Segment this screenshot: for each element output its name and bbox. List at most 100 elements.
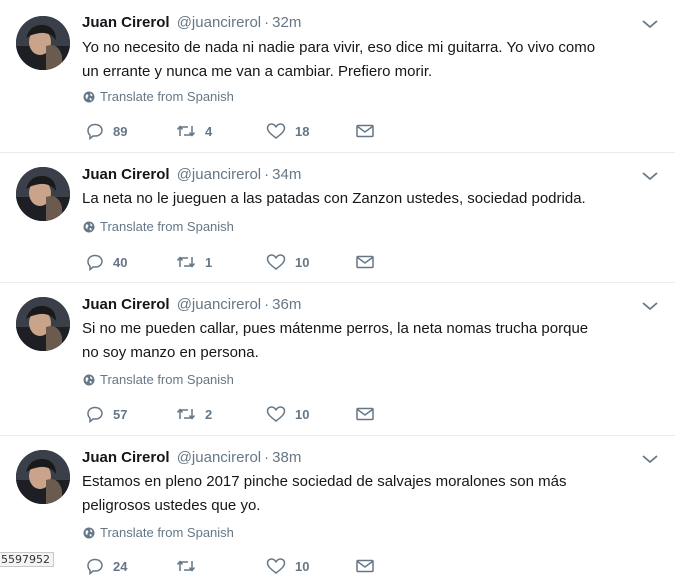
timestamp[interactable]: 38m (272, 449, 301, 466)
reply-count: 40 (113, 254, 128, 270)
tweet-text: Estamos en pleno 2017 pinche sociedad de… (82, 470, 642, 518)
heart-icon (266, 558, 286, 574)
like-button[interactable]: 10 (266, 557, 356, 575)
tweet-text-line: La neta no le jueguen a las patadas con … (82, 190, 586, 207)
tweet-actions: 57 2 10 (86, 405, 374, 423)
heart-icon (266, 254, 286, 270)
tweet-text-line: un errante y nunca me van a cambiar. Pre… (82, 63, 433, 80)
dm-button[interactable] (356, 559, 374, 573)
reply-icon (87, 406, 103, 423)
tweet[interactable]: Juan Cirerol @juancirerol · 34m La neta no… (0, 153, 675, 283)
user-handle[interactable]: @juancirerol (177, 14, 261, 31)
tweet-text-line: peligrosos ustedes que yo. (82, 497, 261, 514)
like-count: 10 (295, 558, 310, 574)
globe-icon (83, 221, 95, 232)
chevron-down-icon[interactable] (641, 452, 659, 466)
heart-icon (266, 406, 286, 422)
tweet-actions: 40 1 10 (86, 253, 374, 271)
envelope-icon (356, 124, 374, 138)
retweet-count: 4 (205, 123, 213, 139)
separator-dot: · (264, 166, 270, 183)
reply-button[interactable]: 24 (86, 557, 176, 575)
dm-button[interactable] (356, 255, 374, 269)
like-count: 18 (295, 123, 310, 139)
retweet-button[interactable]: 4 (176, 123, 266, 139)
globe-icon (83, 374, 95, 385)
retweet-icon (176, 125, 196, 137)
user-name[interactable]: Juan Cirerol (82, 296, 170, 313)
tweet-text-line: Estamos en pleno 2017 pinche sociedad de… (82, 473, 567, 490)
translate-link[interactable]: Translate from Spanish (83, 219, 234, 234)
reply-icon (87, 254, 103, 271)
timestamp[interactable]: 34m (272, 166, 301, 183)
reply-count: 57 (113, 406, 128, 422)
dm-button[interactable] (356, 407, 374, 421)
tweet-header: Juan Cirerol @juancirerol · 34m (82, 165, 301, 185)
user-name[interactable]: Juan Cirerol (82, 449, 170, 466)
user-handle[interactable]: @juancirerol (177, 296, 261, 313)
retweet-icon (176, 408, 196, 420)
globe-icon (83, 91, 95, 102)
user-name[interactable]: Juan Cirerol (82, 14, 170, 31)
tweet-header: Juan Cirerol @juancirerol · 38m (82, 448, 301, 468)
avatar[interactable] (16, 16, 70, 70)
tweet-text: Si no me pueden callar, pues mátenme per… (82, 317, 642, 365)
like-button[interactable]: 10 (266, 405, 356, 423)
like-button[interactable]: 10 (266, 253, 356, 271)
tweet[interactable]: Juan Cirerol @juancirerol · 32m Yo no nece… (0, 0, 675, 153)
globe-icon (83, 527, 95, 538)
chevron-down-icon[interactable] (641, 299, 659, 313)
translate-link[interactable]: Translate from Spanish (83, 372, 234, 387)
tweet-text-line: Yo no necesito de nada ni nadie para viv… (82, 39, 596, 56)
reply-icon (87, 123, 103, 140)
translate-label: Translate from Spanish (100, 372, 234, 387)
separator-dot: · (264, 296, 270, 313)
tweet-actions: 24 10 (86, 557, 374, 575)
envelope-icon (356, 255, 374, 269)
avatar[interactable] (16, 450, 70, 504)
user-handle[interactable]: @juancirerol (177, 449, 261, 466)
tweet-text: La neta no le jueguen a las patadas con … (82, 187, 642, 211)
reply-button[interactable]: 57 (86, 405, 176, 423)
like-button[interactable]: 18 (266, 122, 356, 140)
like-count: 10 (295, 254, 310, 270)
tweet-actions: 89 4 18 (86, 122, 374, 140)
translate-label: Translate from Spanish (100, 525, 234, 540)
tweet-text-line: Si no me pueden callar, pues mátenme per… (82, 320, 589, 337)
tweet-text: Yo no necesito de nada ni nadie para viv… (82, 36, 642, 84)
retweet-button[interactable]: 1 (176, 254, 266, 270)
reply-icon (87, 558, 103, 575)
reply-button[interactable]: 89 (86, 122, 176, 140)
separator-dot: · (264, 14, 270, 31)
envelope-icon (356, 559, 374, 573)
chevron-down-icon[interactable] (641, 17, 659, 31)
retweet-icon (176, 256, 196, 268)
avatar[interactable] (16, 167, 70, 221)
user-name[interactable]: Juan Cirerol (82, 166, 170, 183)
envelope-icon (356, 407, 374, 421)
tweet[interactable]: Juan Cirerol @juancirerol · 38m Estamos en… (0, 436, 675, 575)
translate-label: Translate from Spanish (100, 219, 234, 234)
tweet-header: Juan Cirerol @juancirerol · 32m (82, 13, 301, 33)
reply-button[interactable]: 40 (86, 253, 176, 271)
translate-link[interactable]: Translate from Spanish (83, 89, 234, 104)
avatar[interactable] (16, 297, 70, 351)
dm-button[interactable] (356, 124, 374, 138)
tweet-text-line: no soy manzo en persona. (82, 344, 259, 361)
reply-count: 24 (113, 558, 128, 574)
tweet[interactable]: Juan Cirerol @juancirerol · 36m Si no me p… (0, 283, 675, 436)
retweet-count: 1 (205, 254, 213, 270)
timestamp[interactable]: 36m (272, 296, 301, 313)
retweet-button[interactable]: 2 (176, 406, 266, 422)
retweet-button[interactable] (176, 558, 266, 574)
like-count: 10 (295, 406, 310, 422)
timestamp[interactable]: 32m (272, 14, 301, 31)
tweet-header: Juan Cirerol @juancirerol · 36m (82, 295, 301, 315)
chevron-down-icon[interactable] (641, 169, 659, 183)
user-handle[interactable]: @juancirerol (177, 166, 261, 183)
reply-count: 89 (113, 123, 128, 139)
translate-label: Translate from Spanish (100, 89, 234, 104)
heart-icon (266, 123, 286, 139)
separator-dot: · (264, 449, 270, 466)
translate-link[interactable]: Translate from Spanish (83, 525, 234, 540)
